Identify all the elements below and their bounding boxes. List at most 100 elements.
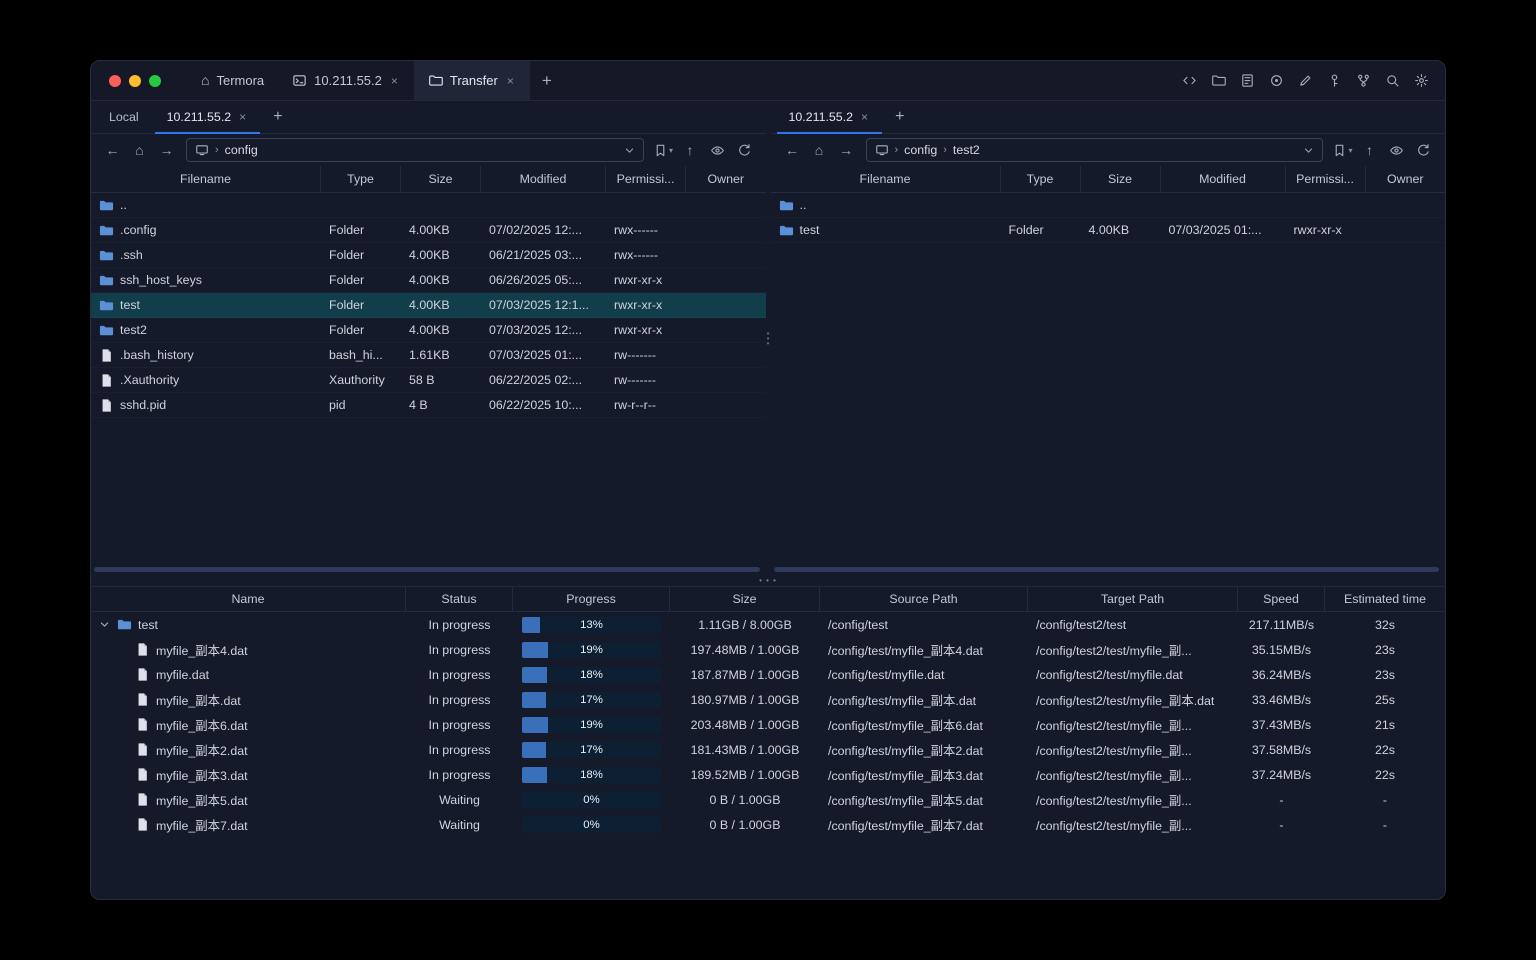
transfer-column-status[interactable]: Status: [406, 587, 513, 611]
left-panel-tab-10-211-55-2[interactable]: 10.211.55.2 ×: [153, 101, 263, 134]
file-row-sshd-pid[interactable]: sshd.pid pid 4 B 06/22/2025 10:... rw-r--r--: [91, 393, 766, 418]
transfer-row-myfile-dat[interactable]: myfile_副本.dat In progress 17% 180.97MB / 1.…: [91, 687, 1445, 712]
refresh-button[interactable]: [1411, 138, 1436, 162]
file-row-bash-history[interactable]: .bash_history bash_hi... 1.61KB 07/03/2025 …: [91, 343, 766, 368]
file-row-test[interactable]: test Folder 4.00KB 07/03/2025 12:1... rwxr-x…: [91, 293, 766, 318]
close-tab-icon[interactable]: ×: [389, 73, 400, 89]
key-icon[interactable]: [1324, 71, 1344, 91]
column-header-owner[interactable]: Owner: [686, 166, 766, 192]
right-panel-new-tab-button[interactable]: +: [884, 101, 915, 133]
parent-directory-button[interactable]: ↑: [1357, 138, 1382, 162]
column-header-modified[interactable]: Modified: [1161, 166, 1286, 192]
close-tab-icon[interactable]: ×: [859, 109, 870, 125]
transfer-eta: 22s: [1375, 767, 1395, 782]
column-header-owner[interactable]: Owner: [1366, 166, 1446, 192]
code-icon[interactable]: [1179, 71, 1199, 91]
left-file-table-header: Filename Type Size Modified Permissi... Owner: [91, 166, 766, 193]
bookmark-button[interactable]: ▾: [1330, 138, 1355, 162]
right-panel-tab-10-211-55-2[interactable]: 10.211.55.2 ×: [775, 101, 885, 134]
app-tab-termora[interactable]: ⌂ Termora: [187, 61, 278, 100]
back-button[interactable]: ←: [780, 138, 805, 162]
settings-icon[interactable]: [1411, 71, 1431, 91]
left-path-bar[interactable]: › config: [186, 138, 644, 162]
app-tab-10-211-55-2[interactable]: 10.211.55.2 ×: [278, 61, 414, 100]
left-panel-tab-local[interactable]: Local: [95, 101, 153, 133]
file-row-config[interactable]: .config Folder 4.00KB 07/02/2025 12:... rwx-…: [91, 218, 766, 243]
transfer-row-myfile-7-dat[interactable]: myfile_副本7.dat Waiting 0% 0 B / 1.00GB/conf…: [91, 812, 1445, 837]
chevron-down-icon[interactable]: [1303, 145, 1314, 156]
transfer-column-name[interactable]: Name: [91, 587, 406, 611]
new-tab-button[interactable]: +: [530, 61, 564, 100]
log-icon[interactable]: [1237, 71, 1257, 91]
path-segment-config[interactable]: config: [904, 143, 937, 157]
transfer-row-myfile-3-dat[interactable]: myfile_副本3.dat In progress 18% 189.52MB / 1…: [91, 762, 1445, 787]
horizontal-splitter[interactable]: [91, 575, 1445, 587]
transfer-size: 187.87MB / 1.00GB: [690, 667, 800, 682]
column-header-permissi[interactable]: Permissi...: [1286, 166, 1366, 192]
column-header-type[interactable]: Type: [321, 166, 401, 192]
path-segment-test2[interactable]: test2: [953, 143, 980, 157]
show-hidden-button[interactable]: [705, 138, 730, 162]
file-row-xauthority[interactable]: .Xauthority Xauthority 58 B 06/22/2025 02:.…: [91, 368, 766, 393]
bookmark-button[interactable]: ▾: [651, 138, 676, 162]
transfer-row-myfile-dat[interactable]: myfile.dat In progress 18% 187.87MB / 1.00G…: [91, 662, 1445, 687]
record-icon[interactable]: [1266, 71, 1286, 91]
column-header-size[interactable]: Size: [1081, 166, 1161, 192]
transfer-status: In progress: [428, 767, 491, 782]
transfer-column-progress[interactable]: Progress: [513, 587, 670, 611]
parent-directory-button[interactable]: ↑: [678, 138, 703, 162]
transfer-status: In progress: [428, 742, 491, 757]
home-button[interactable]: ⌂: [127, 138, 152, 162]
horizontal-scrollbar[interactable]: [94, 567, 760, 572]
close-window-button[interactable]: [109, 74, 121, 87]
left-panel-new-tab-button[interactable]: +: [262, 101, 293, 133]
chevron-down-icon[interactable]: [624, 145, 635, 156]
forward-button[interactable]: →: [834, 138, 859, 162]
file-row-item[interactable]: ..: [771, 193, 1446, 218]
collapse-chevron-icon[interactable]: [97, 619, 111, 630]
transfer-row-myfile-2-dat[interactable]: myfile_副本2.dat In progress 17% 181.43MB / 1…: [91, 737, 1445, 762]
file-row-item[interactable]: ..: [91, 193, 766, 218]
column-header-type[interactable]: Type: [1001, 166, 1081, 192]
panel-tab-label: 10.211.55.2: [166, 110, 232, 124]
right-path-bar[interactable]: › config › test2: [865, 138, 1323, 162]
transfer-column-speed[interactable]: Speed: [1238, 587, 1325, 611]
file-row-test[interactable]: test Folder 4.00KB 07/03/2025 01:... rwxr-xr…: [771, 218, 1446, 243]
transfer-row-test[interactable]: test In progress 13% 1.11GB / 8.00GB/config…: [91, 612, 1445, 637]
refresh-button[interactable]: [732, 138, 757, 162]
transfer-row-myfile-4-dat[interactable]: myfile_副本4.dat In progress 19% 197.48MB / 1…: [91, 637, 1445, 662]
file-row-test2[interactable]: test2 Folder 4.00KB 07/03/2025 12:... rwxr-x…: [91, 318, 766, 343]
column-header-modified[interactable]: Modified: [481, 166, 606, 192]
edit-icon[interactable]: [1295, 71, 1315, 91]
home-button[interactable]: ⌂: [807, 138, 832, 162]
branch-icon[interactable]: [1353, 71, 1373, 91]
transfer-column-target-path[interactable]: Target Path: [1028, 587, 1238, 611]
transfer-column-size[interactable]: Size: [670, 587, 820, 611]
file-row-ssh-host-keys[interactable]: ssh_host_keys Folder 4.00KB 06/26/2025 05:.…: [91, 268, 766, 293]
forward-button[interactable]: →: [154, 138, 179, 162]
app-tab-label: Termora: [216, 73, 265, 88]
file-owner: [686, 193, 766, 217]
folder-outline-icon[interactable]: [1208, 71, 1228, 91]
column-header-permissi[interactable]: Permissi...: [606, 166, 686, 192]
transfer-row-myfile-5-dat[interactable]: myfile_副本5.dat Waiting 0% 0 B / 1.00GB/conf…: [91, 787, 1445, 812]
file-row-ssh[interactable]: .ssh Folder 4.00KB 06/21/2025 03:... rwx----…: [91, 243, 766, 268]
minimize-window-button[interactable]: [129, 74, 141, 87]
app-tab-transfer[interactable]: Transfer ×: [413, 61, 530, 100]
column-header-filename[interactable]: Filename: [91, 166, 321, 192]
transfer-column-estimated-time[interactable]: Estimated time: [1325, 587, 1445, 611]
search-icon[interactable]: [1382, 71, 1402, 91]
column-header-filename[interactable]: Filename: [771, 166, 1001, 192]
column-header-size[interactable]: Size: [401, 166, 481, 192]
path-segment-config[interactable]: config: [225, 143, 258, 157]
zoom-window-button[interactable]: [149, 74, 161, 87]
close-tab-icon[interactable]: ×: [237, 109, 248, 125]
transfer-row-myfile-6-dat[interactable]: myfile_副本6.dat In progress 19% 203.48MB / 1…: [91, 712, 1445, 737]
file-icon: [135, 692, 150, 707]
horizontal-scrollbar[interactable]: [773, 567, 1439, 572]
file-type: bash_hi...: [329, 348, 383, 362]
transfer-column-source-path[interactable]: Source Path: [820, 587, 1028, 611]
back-button[interactable]: ←: [100, 138, 125, 162]
close-tab-icon[interactable]: ×: [505, 73, 516, 89]
show-hidden-button[interactable]: [1384, 138, 1409, 162]
